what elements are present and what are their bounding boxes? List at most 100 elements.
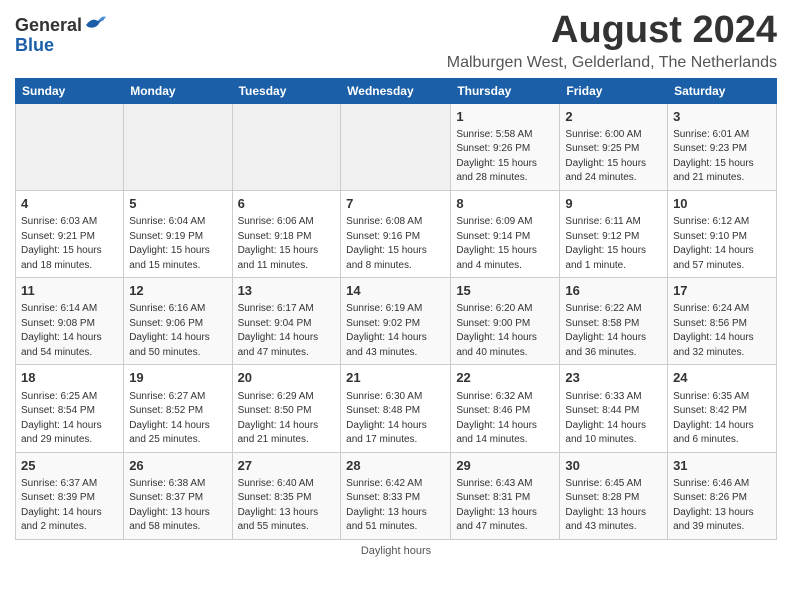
main-title: August 2024 — [447, 10, 777, 52]
calendar-header-sunday: Sunday — [16, 78, 124, 103]
day-info: Sunrise: 6:33 AM Sunset: 8:44 PM Dayligh… — [565, 390, 662, 448]
calendar-cell: 27Sunrise: 6:40 AM Sunset: 8:35 PM Dayli… — [232, 452, 341, 539]
day-number: 18 — [21, 369, 118, 387]
day-number: 2 — [565, 108, 662, 126]
day-info: Sunrise: 6:35 AM Sunset: 8:42 PM Dayligh… — [673, 390, 771, 448]
day-number: 22 — [456, 369, 554, 387]
calendar-cell: 5Sunrise: 6:04 AM Sunset: 9:19 PM Daylig… — [124, 190, 232, 277]
day-info: Sunrise: 6:27 AM Sunset: 8:52 PM Dayligh… — [129, 390, 226, 448]
day-info: Sunrise: 6:03 AM Sunset: 9:21 PM Dayligh… — [21, 215, 118, 273]
footer-note: Daylight hours — [15, 545, 777, 557]
day-info: Sunrise: 6:01 AM Sunset: 9:23 PM Dayligh… — [673, 128, 771, 186]
calendar-cell: 29 Sunrise: 6:43 AM Sunset: 8:31 PM Dayli… — [451, 452, 560, 539]
day-number: 6 — [238, 195, 336, 213]
calendar-cell: 23 Sunrise: 6:33 AM Sunset: 8:44 PM Dayli… — [560, 365, 668, 452]
day-number: 8 — [456, 195, 554, 213]
calendar-cell: 7Sunrise: 6:08 AM Sunset: 9:16 PM Daylig… — [341, 190, 451, 277]
header: General Blue August 2024 Malburgen West,… — [15, 10, 777, 72]
day-number: 14 — [346, 282, 445, 300]
day-number: 4 — [21, 195, 118, 213]
calendar-cell: 30Sunrise: 6:45 AM Sunset: 8:28 PM Dayli… — [560, 452, 668, 539]
calendar-cell: 26 Sunrise: 6:38 AM Sunset: 8:37 PM Dayli… — [124, 452, 232, 539]
calendar-cell: 17 Sunrise: 6:24 AM Sunset: 8:56 PM Dayli… — [668, 278, 777, 365]
logo: General Blue — [15, 16, 106, 56]
day-number: 25 — [21, 457, 118, 475]
calendar-cell: 9Sunrise: 6:11 AM Sunset: 9:12 PM Daylig… — [560, 190, 668, 277]
calendar-week-row: 1 Sunrise: 5:58 AM Sunset: 9:26 PM Daylig… — [16, 103, 777, 190]
day-info: Sunrise: 6:16 AM Sunset: 9:06 PM Dayligh… — [129, 302, 226, 360]
calendar-week-row: 25Sunrise: 6:37 AM Sunset: 8:39 PM Dayli… — [16, 452, 777, 539]
day-info: Sunrise: 6:38 AM Sunset: 8:37 PM Dayligh… — [129, 477, 226, 535]
day-number: 12 — [129, 282, 226, 300]
calendar-cell: 19 Sunrise: 6:27 AM Sunset: 8:52 PM Dayli… — [124, 365, 232, 452]
calendar-table: SundayMondayTuesdayWednesdayThursdayFrid… — [15, 78, 777, 540]
day-number: 23 — [565, 369, 662, 387]
day-info: Sunrise: 6:17 AM Sunset: 9:04 PM Dayligh… — [238, 302, 336, 360]
day-number: 1 — [456, 108, 554, 126]
day-number: 15 — [456, 282, 554, 300]
calendar-cell: 6 Sunrise: 6:06 AM Sunset: 9:18 PM Daylig… — [232, 190, 341, 277]
calendar-cell: 25Sunrise: 6:37 AM Sunset: 8:39 PM Dayli… — [16, 452, 124, 539]
day-number: 9 — [565, 195, 662, 213]
day-info: Sunrise: 6:30 AM Sunset: 8:48 PM Dayligh… — [346, 390, 445, 448]
day-number: 27 — [238, 457, 336, 475]
day-number: 3 — [673, 108, 771, 126]
day-info: Sunrise: 6:25 AM Sunset: 8:54 PM Dayligh… — [21, 390, 118, 448]
day-info: Sunrise: 6:06 AM Sunset: 9:18 PM Dayligh… — [238, 215, 336, 273]
calendar-header-row: SundayMondayTuesdayWednesdayThursdayFrid… — [16, 78, 777, 103]
logo-bird-icon — [84, 15, 106, 35]
calendar-cell — [232, 103, 341, 190]
calendar-cell: 3 Sunrise: 6:01 AM Sunset: 9:23 PM Daylig… — [668, 103, 777, 190]
calendar-cell: 8 Sunrise: 6:09 AM Sunset: 9:14 PM Daylig… — [451, 190, 560, 277]
day-number: 31 — [673, 457, 771, 475]
day-info: Sunrise: 6:20 AM Sunset: 9:00 PM Dayligh… — [456, 302, 554, 360]
calendar-cell: 4 Sunrise: 6:03 AM Sunset: 9:21 PM Daylig… — [16, 190, 124, 277]
day-info: Sunrise: 6:46 AM Sunset: 8:26 PM Dayligh… — [673, 477, 771, 535]
day-number: 16 — [565, 282, 662, 300]
logo-blue-text: Blue — [15, 36, 54, 56]
calendar-cell: 31 Sunrise: 6:46 AM Sunset: 8:26 PM Dayli… — [668, 452, 777, 539]
calendar-week-row: 18 Sunrise: 6:25 AM Sunset: 8:54 PM Dayli… — [16, 365, 777, 452]
calendar-cell: 16 Sunrise: 6:22 AM Sunset: 8:58 PM Dayli… — [560, 278, 668, 365]
calendar-cell: 12 Sunrise: 6:16 AM Sunset: 9:06 PM Dayli… — [124, 278, 232, 365]
day-info: Sunrise: 6:09 AM Sunset: 9:14 PM Dayligh… — [456, 215, 554, 273]
calendar-cell — [124, 103, 232, 190]
calendar-header-wednesday: Wednesday — [341, 78, 451, 103]
calendar-cell: 15 Sunrise: 6:20 AM Sunset: 9:00 PM Dayli… — [451, 278, 560, 365]
day-number: 19 — [129, 369, 226, 387]
calendar-cell: 21 Sunrise: 6:30 AM Sunset: 8:48 PM Dayli… — [341, 365, 451, 452]
title-section: August 2024 Malburgen West, Gelderland, … — [447, 10, 777, 72]
calendar-cell: 28Sunrise: 6:42 AM Sunset: 8:33 PM Dayli… — [341, 452, 451, 539]
day-number: 20 — [238, 369, 336, 387]
calendar-cell: 14Sunrise: 6:19 AM Sunset: 9:02 PM Dayli… — [341, 278, 451, 365]
calendar-cell: 1 Sunrise: 5:58 AM Sunset: 9:26 PM Daylig… — [451, 103, 560, 190]
day-number: 30 — [565, 457, 662, 475]
day-number: 11 — [21, 282, 118, 300]
day-info: Sunrise: 6:43 AM Sunset: 8:31 PM Dayligh… — [456, 477, 554, 535]
day-info: Sunrise: 6:12 AM Sunset: 9:10 PM Dayligh… — [673, 215, 771, 273]
day-number: 13 — [238, 282, 336, 300]
calendar-cell: 11Sunrise: 6:14 AM Sunset: 9:08 PM Dayli… — [16, 278, 124, 365]
day-info: Sunrise: 5:58 AM Sunset: 9:26 PM Dayligh… — [456, 128, 554, 186]
calendar-header-thursday: Thursday — [451, 78, 560, 103]
calendar-cell: 10Sunrise: 6:12 AM Sunset: 9:10 PM Dayli… — [668, 190, 777, 277]
day-number: 21 — [346, 369, 445, 387]
day-number: 17 — [673, 282, 771, 300]
day-info: Sunrise: 6:24 AM Sunset: 8:56 PM Dayligh… — [673, 302, 771, 360]
calendar-cell: 2 Sunrise: 6:00 AM Sunset: 9:25 PM Daylig… — [560, 103, 668, 190]
day-info: Sunrise: 6:22 AM Sunset: 8:58 PM Dayligh… — [565, 302, 662, 360]
calendar-cell: 13 Sunrise: 6:17 AM Sunset: 9:04 PM Dayli… — [232, 278, 341, 365]
day-info: Sunrise: 6:08 AM Sunset: 9:16 PM Dayligh… — [346, 215, 445, 273]
day-number: 29 — [456, 457, 554, 475]
calendar-week-row: 11Sunrise: 6:14 AM Sunset: 9:08 PM Dayli… — [16, 278, 777, 365]
day-number: 24 — [673, 369, 771, 387]
day-info: Sunrise: 6:00 AM Sunset: 9:25 PM Dayligh… — [565, 128, 662, 186]
calendar-header-monday: Monday — [124, 78, 232, 103]
calendar-header-tuesday: Tuesday — [232, 78, 341, 103]
calendar-cell: 24 Sunrise: 6:35 AM Sunset: 8:42 PM Dayli… — [668, 365, 777, 452]
calendar-cell — [16, 103, 124, 190]
calendar-cell: 22Sunrise: 6:32 AM Sunset: 8:46 PM Dayli… — [451, 365, 560, 452]
day-info: Sunrise: 6:29 AM Sunset: 8:50 PM Dayligh… — [238, 390, 336, 448]
day-number: 26 — [129, 457, 226, 475]
day-info: Sunrise: 6:42 AM Sunset: 8:33 PM Dayligh… — [346, 477, 445, 535]
